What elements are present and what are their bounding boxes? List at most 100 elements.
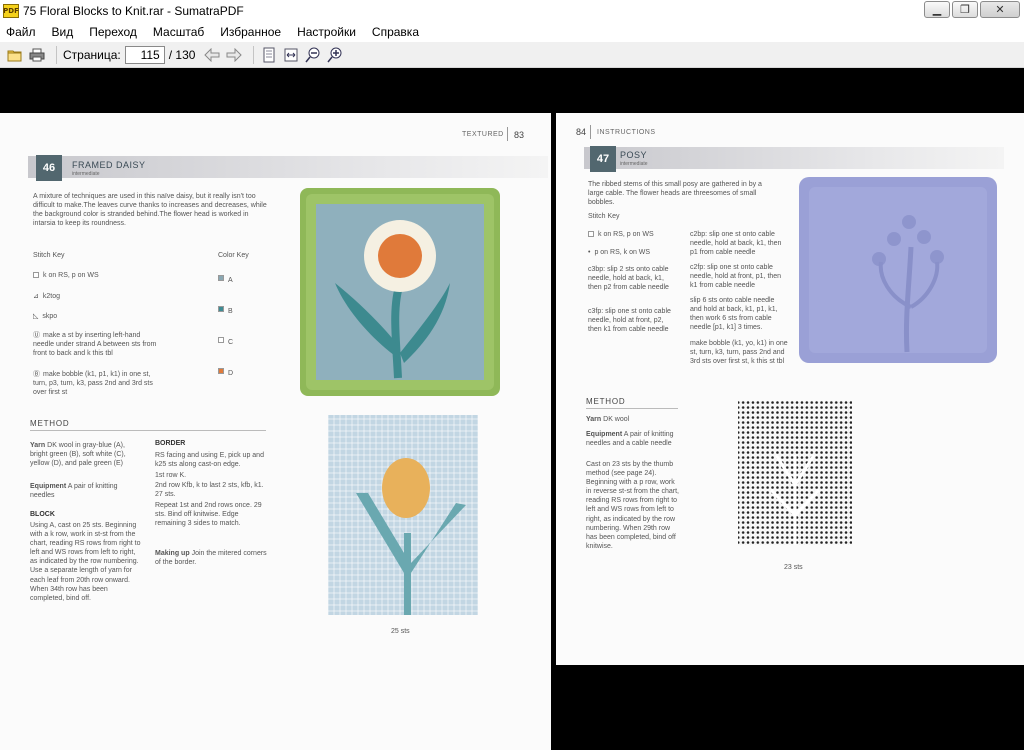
chart-caption: 23 sts — [784, 564, 803, 571]
forward-arrow-icon[interactable] — [225, 46, 243, 64]
stitch-key-text: make bobble (k1, yo, k1) in one st, turn… — [690, 340, 788, 366]
yarn-paragraph: Yarn DK wool in gray-blue (A), bright gr… — [30, 441, 142, 468]
stitch-key-text: k2tog — [42, 293, 60, 300]
framed-daisy-photo — [300, 188, 500, 396]
color-key-item: A — [218, 269, 233, 287]
making-up-paragraph: Making up Join the mitered corners of th… — [155, 549, 267, 567]
block-title: FRAMED DAISY — [72, 160, 146, 170]
equipment-label: Equipment — [30, 483, 67, 490]
skpo-icon: ◺ — [33, 313, 39, 320]
document-viewer[interactable]: TEXTURED 83 46 FRAMED DAISY intermediate… — [0, 68, 1024, 750]
page-number-input[interactable] — [124, 45, 165, 64]
stitch-key-text: skpo — [42, 313, 58, 320]
border-heading: BORDER — [155, 440, 186, 447]
color-key-item: D — [218, 362, 233, 380]
stitch-key-item: ⊿ k2tog — [33, 292, 183, 301]
window-title: 75 Floral Blocks to Knit.rar - SumatraPD… — [23, 3, 244, 18]
title-bar: PDF 75 Floral Blocks to Knit.rar - Sumat… — [0, 0, 1024, 21]
stitch-key-item: ◺ skpo — [33, 312, 183, 321]
toolbar-separator — [253, 45, 255, 64]
page-total: / 130 — [168, 47, 196, 62]
stitch-key-item: c3bp: slip 2 sts onto cable needle, hold… — [588, 265, 678, 292]
block-title: POSY — [620, 150, 648, 160]
method-heading: METHOD — [30, 419, 266, 431]
color-label: A — [228, 277, 233, 284]
close-button[interactable]: ✕ — [980, 1, 1020, 18]
yarn-text: DK wool — [603, 416, 630, 423]
color-label: D — [228, 370, 234, 377]
back-arrow-icon[interactable] — [203, 46, 221, 64]
open-icon[interactable] — [6, 46, 24, 64]
color-key-item: B — [218, 300, 233, 318]
border-paragraph: RS facing and using E, pick up and k25 s… — [155, 452, 264, 469]
stitch-key-item: k on RS, p on WS — [33, 271, 183, 280]
yarn-label: Yarn — [586, 416, 602, 423]
equipment-paragraph: Equipment A pair of knitting needles — [30, 482, 142, 500]
stitch-key-item: c3fp: slip one st onto cable needle, hol… — [588, 307, 678, 334]
section-header: TEXTURED — [462, 131, 504, 138]
menu-file[interactable]: Файл — [6, 25, 36, 39]
stitch-key-item: • p on RS, k on WS — [588, 248, 678, 257]
equipment-label: Equipment — [586, 431, 623, 438]
border-row-2: 2nd row Kfb, k to last 2 sts, kfb, k1. 2… — [155, 482, 264, 499]
stitch-key-item: k on RS, p on WS — [588, 230, 678, 239]
block-paragraph: Using A, cast on 25 sts. Beginning with … — [30, 522, 141, 602]
menu-help[interactable]: Справка — [372, 25, 419, 39]
make-stitch-icon: Ⓤ — [33, 332, 40, 339]
chart-caption: 25 sts — [391, 628, 410, 635]
stitch-key-item: Ⓑmake bobble (k1, p1, k1) in one st, tur… — [33, 370, 158, 397]
menu-settings[interactable]: Настройки — [297, 25, 356, 39]
color-swatch-a — [218, 274, 224, 281]
stitch-key-text: slip 6 sts onto cable needle and hold at… — [690, 297, 778, 332]
menu-favorites[interactable]: Избранное — [220, 25, 281, 39]
posy-chart-grid — [738, 401, 852, 545]
stitch-key-text: k on RS, p on WS — [43, 272, 99, 279]
stitch-key-item: c2fp: slip one st onto cable needle, hol… — [690, 263, 788, 290]
section-header: INSTRUCTIONS — [597, 129, 656, 136]
purl-dot-icon: • — [588, 249, 591, 256]
stitch-key-text: make bobble (k1, p1, k1) in one st, turn… — [33, 371, 153, 397]
stitch-key-heading: Stitch Key — [588, 213, 620, 220]
stitch-key-item: Ⓤmake a st by inserting left-hand needle… — [33, 331, 158, 358]
knit-square-icon — [33, 272, 39, 279]
yarn-paragraph: Yarn DK wool — [586, 415, 678, 424]
maximize-button[interactable]: ❐ — [952, 1, 978, 18]
difficulty-level: intermediate — [620, 161, 648, 167]
posy-photo — [799, 177, 997, 363]
stitch-key-text: make a st by inserting left-hand needle … — [33, 332, 157, 358]
fit-width-icon[interactable] — [282, 46, 300, 64]
color-swatch-d — [218, 367, 224, 374]
stitch-key-text: k on RS, p on WS — [598, 231, 654, 238]
zoom-out-icon[interactable] — [304, 46, 322, 64]
page-number: 84 — [576, 127, 587, 137]
menu-goto[interactable]: Переход — [89, 25, 137, 39]
daisy-petals — [364, 220, 436, 292]
header-divider — [507, 127, 508, 141]
stitch-key-text: p on RS, k on WS — [594, 249, 651, 256]
stitch-key-text: c2fp: slip one st onto cable needle, hol… — [690, 264, 782, 290]
yarn-label: Yarn — [30, 442, 46, 449]
sumatra-app-icon[interactable]: PDF — [3, 3, 19, 18]
print-icon[interactable] — [28, 46, 46, 64]
fit-page-icon[interactable] — [260, 46, 278, 64]
intro-paragraph: A mixture of techniques are used in this… — [33, 193, 267, 228]
minimize-button[interactable]: ▁ — [924, 1, 950, 18]
stitch-key-item: c2bp: slip one st onto cable needle, hol… — [690, 230, 788, 257]
color-key-item: C — [218, 331, 233, 349]
block-heading: BLOCK — [30, 511, 55, 518]
color-key-list: A B C D — [218, 269, 233, 380]
zoom-in-icon[interactable] — [326, 46, 344, 64]
toolbar: Страница: / 130 — [0, 42, 1024, 68]
color-swatch-c — [218, 336, 224, 343]
page-label: Страница: — [63, 47, 121, 62]
stitch-key-text: c3bp: slip 2 sts onto cable needle, hold… — [588, 266, 669, 292]
color-label: C — [228, 339, 234, 346]
header-divider — [590, 125, 591, 139]
bobble-icon: Ⓑ — [33, 371, 40, 378]
pdf-page-84[interactable]: 84 INSTRUCTIONS 47 POSY intermediate The… — [556, 113, 1024, 665]
posy-chart: 23 sts — [726, 395, 868, 571]
making-up-label: Making up — [155, 550, 190, 557]
pdf-page-83[interactable]: TEXTURED 83 46 FRAMED DAISY intermediate… — [0, 113, 551, 750]
menu-zoom[interactable]: Масштаб — [153, 25, 204, 39]
menu-view[interactable]: Вид — [52, 25, 74, 39]
